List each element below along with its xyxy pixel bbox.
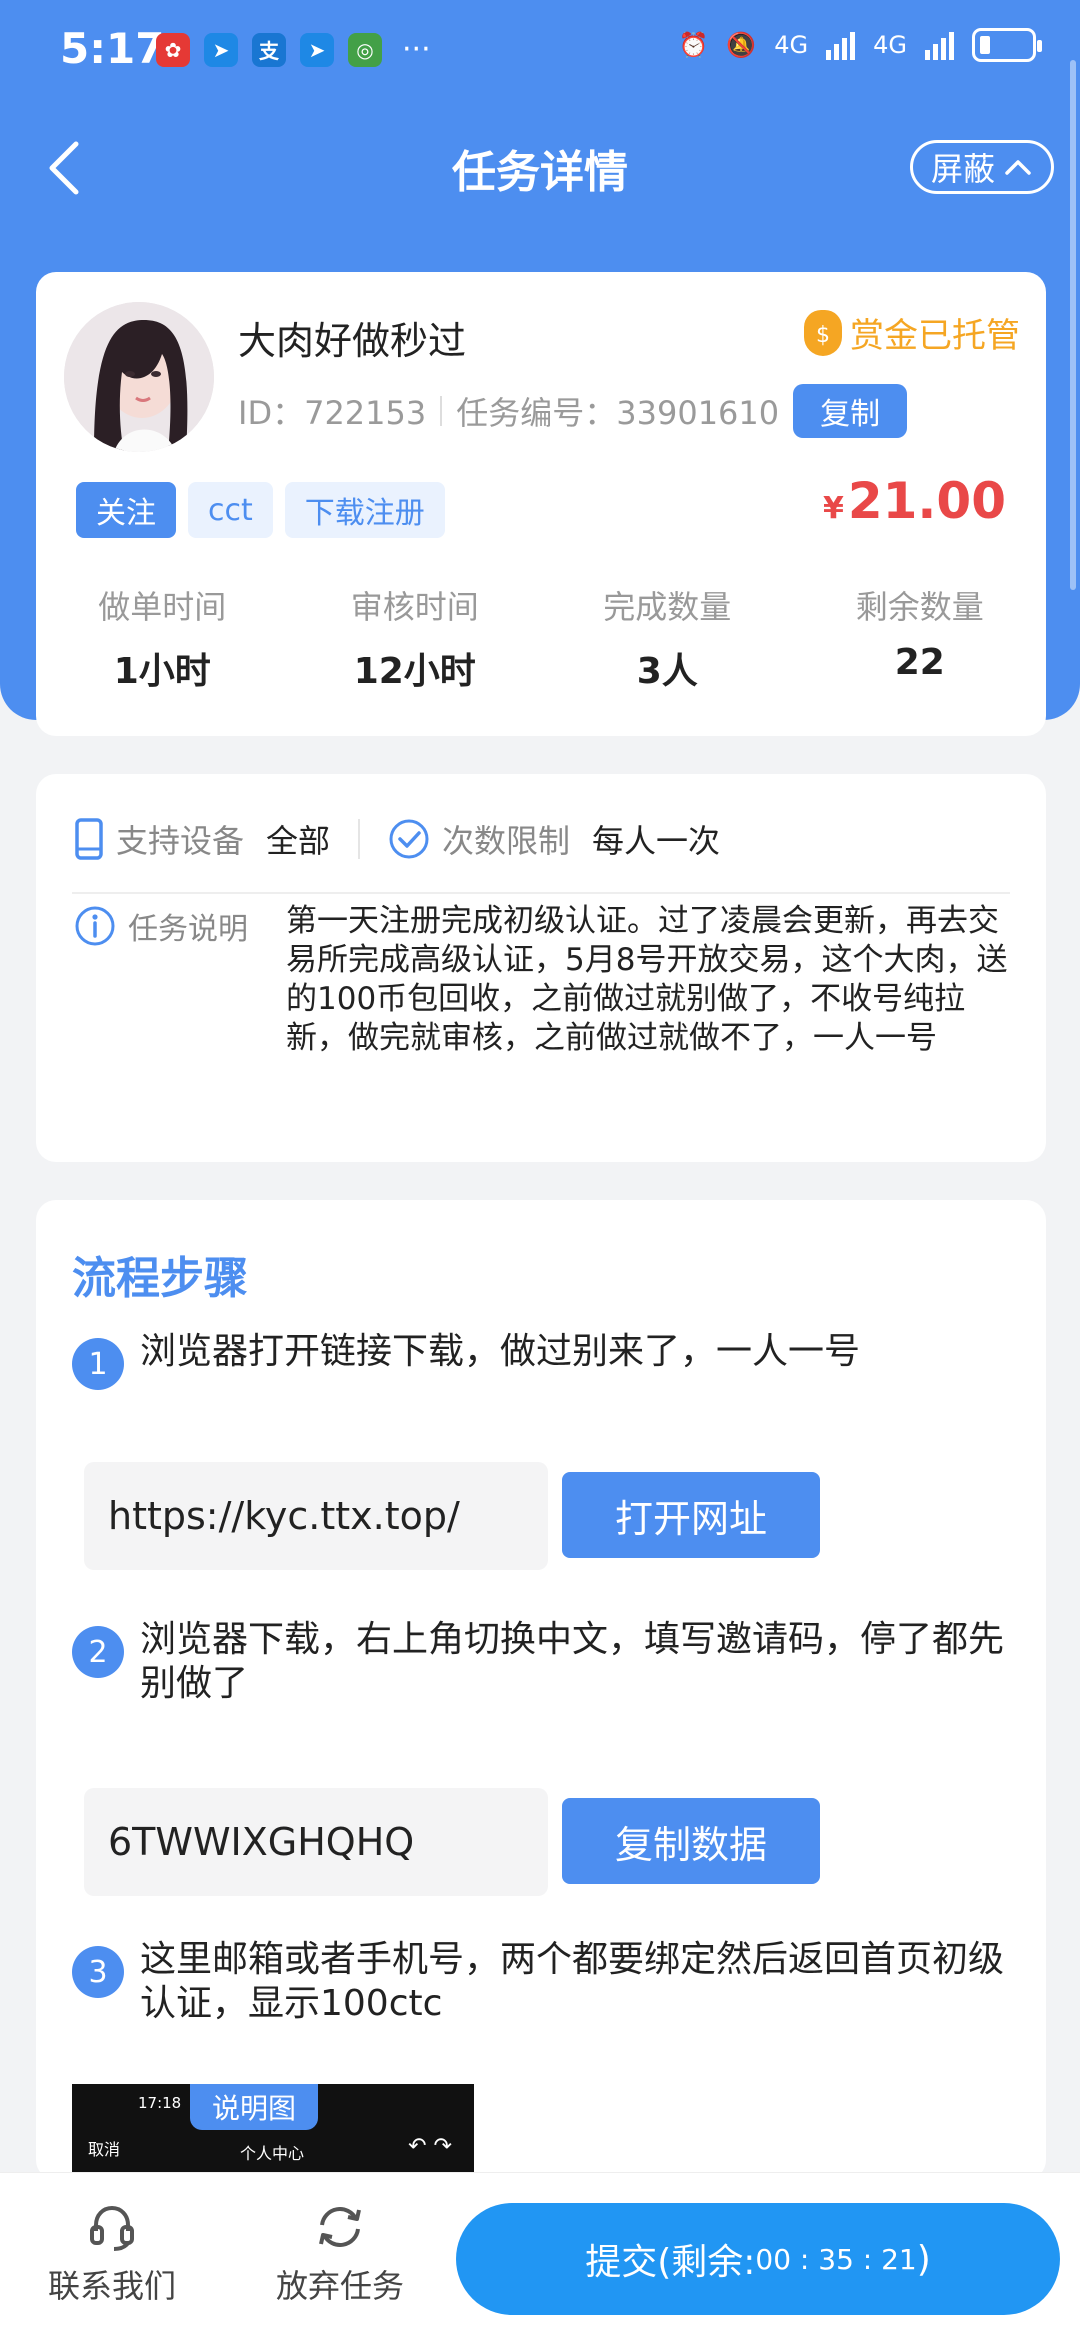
alipay-app-icon: 支 (252, 32, 286, 67)
signal-icon-1 (826, 30, 856, 60)
price-value: 21.00 (847, 472, 1006, 530)
stat-completed: 完成数量 3人 (541, 582, 794, 694)
submit-label: 提交(剩余: (585, 2242, 756, 2283)
signal-icon-2 (925, 30, 954, 60)
stat-value: 22 (894, 642, 945, 683)
preview-cancel: 取消 (88, 2140, 121, 2159)
money-bag-icon: $ (804, 309, 842, 356)
bounty-label: 赏金已托管 (850, 316, 1020, 356)
stat-label: 审核时间 (350, 588, 479, 626)
undo-redo-icon: ↶ ↷ (408, 2134, 452, 2159)
divider (72, 892, 1010, 894)
stat-value: 1小时 (113, 651, 211, 692)
device-limit-row: 支持设备 全部 次数限制 每人一次 (74, 816, 720, 862)
step-text: 浏览器打开链接下载，做过别来了，一人一号 (140, 1331, 861, 1372)
network-label-2: 4G (873, 31, 907, 59)
mute-icon: 🔕 (726, 31, 757, 59)
task-name: 大肉好做秒过 (238, 319, 467, 363)
task-info-card: 支持设备 全部 次数限制 每人一次 任务说明 第一天注册完成初级认证。过了凌晨会… (36, 774, 1046, 1162)
info-icon (75, 906, 115, 946)
follow-tag[interactable]: 关注 (76, 482, 176, 538)
stat-review-time: 审核时间 12小时 (289, 582, 542, 694)
abandon-task-button[interactable]: 放弃任务 (250, 2199, 430, 2307)
avatar (64, 302, 214, 452)
submit-suffix: ) (916, 2238, 931, 2280)
preview-time: 17:18 (138, 2094, 182, 2112)
headset-icon (22, 2199, 202, 2255)
stat-remaining: 剩余数量 22 (794, 582, 1047, 694)
task-tags: 关注 cct 下载注册 (76, 482, 445, 538)
step-2: 2 浏览器下载，右上角切换中文，填写邀请码，停了都先别做了 (72, 1618, 1016, 1706)
download-register-tag: 下载注册 (284, 482, 445, 538)
status-bar: 5:17 ✿ ➤ 支 ➤ ◎ ··· ⏰ 🔕 4G 4G (0, 0, 1080, 100)
desc-label: 任务说明 (128, 912, 248, 947)
stat-label: 剩余数量 (855, 588, 984, 626)
battery-icon (972, 28, 1042, 62)
chevron-up-icon (1005, 160, 1031, 175)
link-field[interactable]: https://kyc.ttx.top/ (84, 1462, 548, 1570)
phone-icon (75, 818, 103, 860)
steps-title: 流程步骤 (72, 1253, 248, 1304)
preview-center: 个人中心 (240, 2144, 305, 2163)
step-text: 浏览器下载，右上角切换中文，填写邀请码，停了都先别做了 (140, 1619, 1005, 1704)
desc-label-group: 任务说明 (74, 904, 248, 948)
alarm-icon: ⏰ (678, 31, 709, 59)
shield-button[interactable]: 屏蔽 (910, 140, 1054, 194)
stat-value: 12小时 (353, 651, 476, 692)
task-number: 任务编号：33901610 (456, 394, 780, 432)
stat-label: 做单时间 (98, 588, 227, 626)
task-id: ID：722153 (238, 394, 427, 432)
abandon-task-label: 放弃任务 (275, 2267, 404, 2305)
bank-app-icon: ◎ (348, 32, 382, 67)
instruction-image-label: 说明图 (190, 2084, 318, 2130)
task-summary-card: 大肉好做秒过 $ 赏金已托管 ID：722153 任务编号：33901610 复… (36, 272, 1046, 736)
stat-work-time: 做单时间 1小时 (36, 582, 289, 694)
step-3: 3 这里邮箱或者手机号，两个都要绑定然后返回首页初级认证，显示100ctc (72, 1938, 1016, 2026)
task-ids: ID：722153 任务编号：33901610 复制 (238, 384, 908, 438)
instruction-image[interactable]: 17:18 取消 个人中心 ↶ ↷ 说明图 (72, 2084, 474, 2180)
steps-card: 流程步骤 1 浏览器打开链接下载，做过别来了，一人一号 https://kyc.… (36, 1200, 1046, 2180)
status-app-icons: ✿ ➤ 支 ➤ ◎ ··· (156, 32, 431, 67)
desc-text: 第一天注册完成初级认证。过了凌晨会更新，再去交易所完成高级认证，5月8号开放交易… (286, 903, 1008, 1056)
task-stats: 做单时间 1小时 审核时间 12小时 完成数量 3人 剩余数量 22 (36, 582, 1046, 694)
limit-label: 次数限制 (442, 822, 571, 860)
dingtalk-app-icon-2: ➤ (300, 32, 334, 67)
status-time: 5:17 (60, 24, 165, 73)
divider (358, 819, 361, 859)
device-label: 支持设备 (116, 822, 245, 860)
step-text: 这里邮箱或者手机号，两个都要绑定然后返回首页初级认证，显示100ctc (140, 1939, 1005, 2024)
invite-code-field[interactable]: 6TWWIXGHQHQ (84, 1788, 548, 1896)
step-number: 1 (72, 1338, 124, 1390)
copy-button[interactable]: 复制 (793, 384, 908, 438)
device-value: 全部 (266, 822, 331, 860)
contact-us-label: 联系我们 (47, 2267, 176, 2305)
countdown-timer: 00 : 35 : 21 (755, 2242, 917, 2276)
bounty-status: $ 赏金已托管 (804, 308, 1020, 357)
open-url-button[interactable]: 打开网址 (562, 1472, 820, 1558)
check-circle-icon (389, 819, 429, 859)
step-number: 3 (72, 1946, 124, 1998)
task-price: ¥ 21.00 (823, 472, 1006, 530)
submit-button[interactable]: 提交(剩余: 00 : 35 : 21 ) (456, 2203, 1060, 2315)
bottom-bar: 联系我们 放弃任务 提交(剩余: 00 : 35 : 21 ) (0, 2172, 1080, 2340)
stat-label: 完成数量 (603, 588, 732, 626)
step-number: 2 (72, 1626, 124, 1678)
status-indicators: ⏰ 🔕 4G 4G (678, 28, 1042, 62)
huawei-app-icon: ✿ (156, 32, 190, 67)
currency-symbol: ¥ (822, 491, 844, 526)
network-label-1: 4G (774, 31, 809, 59)
copy-data-button[interactable]: 复制数据 (562, 1798, 820, 1884)
shield-button-label: 屏蔽 (930, 150, 995, 188)
dingtalk-app-icon: ➤ (204, 32, 238, 67)
cct-tag: cct (188, 482, 273, 538)
step-1: 1 浏览器打开链接下载，做过别来了，一人一号 (72, 1330, 1016, 1390)
more-notifications-icon: ··· (402, 32, 431, 67)
contact-us-button[interactable]: 联系我们 (22, 2199, 202, 2307)
divider (440, 396, 443, 426)
stat-value: 3人 (636, 651, 698, 692)
limit-value: 每人一次 (592, 822, 721, 860)
refresh-icon (250, 2199, 430, 2255)
